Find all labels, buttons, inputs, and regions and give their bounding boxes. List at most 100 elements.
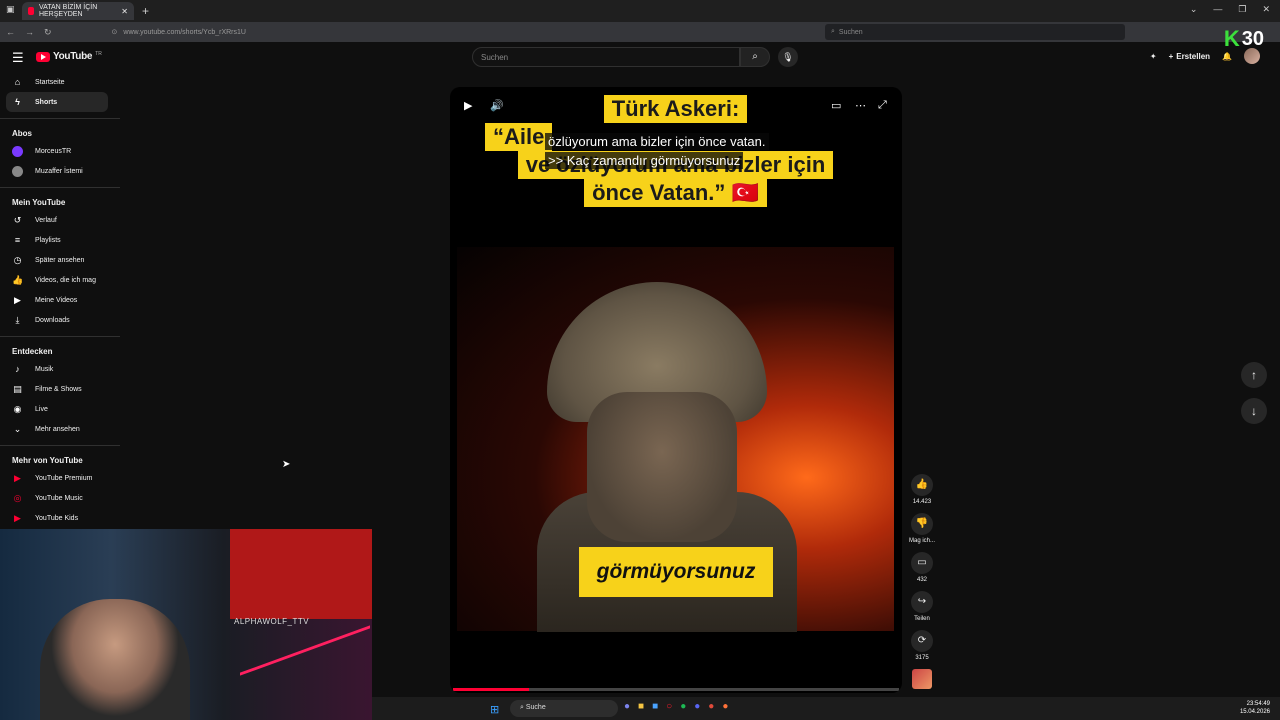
spotify-icon[interactable]: ● bbox=[680, 701, 686, 712]
sidebar-item-you-0[interactable]: ↺ Verlauf bbox=[0, 210, 122, 230]
progress-bar[interactable] bbox=[453, 688, 899, 691]
sidebar-item-more-0[interactable]: ▶ YouTube Premium bbox=[0, 468, 122, 488]
firefox-icon[interactable]: ● bbox=[722, 701, 728, 712]
sidebar-item-you-4[interactable]: ▶ Meine Videos bbox=[0, 290, 122, 310]
neon-light bbox=[240, 625, 370, 720]
sidebar-item-you-1[interactable]: ≡ Playlists bbox=[0, 230, 122, 250]
minimize-button[interactable]: — bbox=[1213, 4, 1222, 15]
back-icon[interactable]: ← bbox=[6, 27, 15, 37]
sidebar-item-you-5[interactable]: ⤓ Downloads bbox=[0, 310, 122, 330]
taskbar-apps: ● ■ ■ ○ ● ● ● ● bbox=[624, 701, 728, 712]
more-youtube-heading[interactable]: Mehr von YouTube bbox=[0, 448, 122, 468]
plus-icon: + bbox=[1168, 51, 1174, 61]
opera-icon[interactable]: ○ bbox=[666, 701, 672, 712]
cast-icon[interactable]: ✦ bbox=[1150, 52, 1157, 61]
new-tab-button[interactable]: + bbox=[142, 4, 149, 18]
reload-icon[interactable]: ↻ bbox=[44, 27, 52, 38]
remix-button[interactable]: ⟳ bbox=[911, 630, 933, 652]
caption-block: özlüyorum ama bizler için önce vatan. >>… bbox=[545, 133, 769, 169]
home-icon: ⌂ bbox=[14, 77, 21, 87]
teams-icon[interactable]: ● bbox=[624, 701, 630, 712]
sidebar-item-home[interactable]: ⌂ Startseite bbox=[0, 72, 122, 92]
sidebar: ⌂ Startseite ϟ Shorts Abos MorceusTR Muzaffer … bbox=[0, 72, 122, 532]
store-icon[interactable]: ■ bbox=[652, 701, 658, 712]
webcam-overlay: ALPHAWOLF_TTV bbox=[0, 529, 372, 720]
clock-date: 15.04.2026 bbox=[1239, 709, 1270, 715]
share-button[interactable]: ↪ bbox=[911, 591, 933, 613]
menu-icon[interactable]: ☰ bbox=[12, 50, 24, 66]
chrome-icon[interactable]: ● bbox=[708, 701, 714, 712]
site-info-icon[interactable]: ⊙ bbox=[112, 28, 118, 36]
microphone-icon[interactable]: 🎙 bbox=[778, 47, 798, 67]
remix-count: 3175 bbox=[915, 655, 929, 661]
sidebar-item-label: Playlists bbox=[35, 236, 61, 244]
tab-list-icon[interactable]: ⌄ bbox=[1190, 4, 1198, 15]
mouse-cursor-icon: ➤ bbox=[282, 459, 291, 470]
sidebar-item-label: Verlauf bbox=[35, 216, 57, 224]
windows-start-icon[interactable]: ⊞ bbox=[490, 703, 499, 716]
explore-heading[interactable]: Entdecken bbox=[0, 339, 122, 359]
subscriptions-heading[interactable]: Abos bbox=[0, 121, 122, 141]
close-window-button[interactable]: ✕ bbox=[1262, 4, 1270, 15]
sidebar-item-explore-0[interactable]: ♪ Musik bbox=[0, 359, 122, 379]
clock-time: 23:54:49 bbox=[1246, 701, 1270, 707]
progress-fill bbox=[453, 688, 529, 691]
more-options-icon[interactable]: ⋯ bbox=[855, 99, 866, 112]
sidebar-item-explore-3[interactable]: ⌄ Mehr ansehen bbox=[0, 419, 122, 439]
captions-icon[interactable]: ▭ bbox=[831, 99, 841, 112]
tab-close-icon[interactable]: ✕ bbox=[121, 7, 128, 16]
comments-button[interactable]: ▭ bbox=[911, 552, 933, 574]
dislike-count: Mag ich... bbox=[908, 538, 935, 544]
flag-background bbox=[230, 529, 372, 619]
sidebar-item-you-2[interactable]: ◷ Später ansehen bbox=[0, 250, 122, 270]
browser-tab[interactable]: VATAN BİZİM İÇİN HERŞEYDEN ✕ bbox=[22, 2, 134, 20]
play-icon[interactable]: ▶ bbox=[464, 99, 472, 112]
create-button[interactable]: + Erstellen bbox=[1169, 52, 1210, 61]
sidebar-item-more-2[interactable]: ▶ YouTube Kids bbox=[0, 508, 122, 528]
youtube-logo[interactable]: YouTube TR bbox=[36, 51, 102, 62]
previous-short-button[interactable]: ↑ bbox=[1241, 362, 1267, 388]
more-2-icon: ▶ bbox=[14, 512, 21, 523]
shorts-player[interactable]: Türk Askeri: “Aile ve özlüyorum ama bizl… bbox=[450, 87, 902, 693]
sound-thumbnail[interactable] bbox=[912, 669, 932, 689]
bell-icon[interactable]: 🔔 bbox=[1222, 52, 1232, 61]
dislike-button[interactable]: 👎 bbox=[911, 513, 933, 535]
search-button[interactable]: ⌕ bbox=[740, 47, 770, 67]
fullscreen-icon[interactable]: ⤢ bbox=[878, 99, 887, 112]
you-0-icon: ↺ bbox=[13, 214, 22, 225]
sidebar-item-explore-1[interactable]: ▤ Filme & Shows bbox=[0, 379, 122, 399]
you-heading[interactable]: Mein YouTube bbox=[0, 190, 122, 210]
sidebar-item-label: Startseite bbox=[35, 78, 65, 86]
sidebar-item-label: Mehr ansehen bbox=[35, 425, 80, 433]
sidebar-item-label: MorceusTR bbox=[35, 147, 72, 155]
sidebar-item-channel-1[interactable]: Muzaffer İstemi bbox=[0, 161, 122, 181]
search-input[interactable]: Suchen bbox=[472, 47, 740, 67]
maximize-button[interactable]: ❐ bbox=[1238, 4, 1246, 15]
next-short-button[interactable]: ↓ bbox=[1241, 398, 1267, 424]
more-1-icon: ◎ bbox=[13, 492, 22, 503]
more-0-icon: ▶ bbox=[14, 472, 21, 483]
share-count: Teilen bbox=[914, 616, 930, 622]
folder-icon[interactable]: ■ bbox=[638, 701, 644, 712]
sidebar-item-more-1[interactable]: ◎ YouTube Music bbox=[0, 488, 122, 508]
sidebar-item-shorts[interactable]: ϟ Shorts bbox=[6, 92, 108, 112]
sidebar-item-label: Muzaffer İstemi bbox=[35, 167, 83, 175]
streamer-figure bbox=[40, 599, 190, 720]
forward-icon[interactable]: → bbox=[25, 27, 34, 37]
volume-icon[interactable]: 🔊 bbox=[490, 99, 504, 112]
sidebar-item-you-3[interactable]: 👍 Videos, die ich mag bbox=[0, 270, 122, 290]
window-menu-icon[interactable]: ▣ bbox=[6, 4, 15, 15]
browser-search-field[interactable]: ⌕ Suchen bbox=[825, 24, 1125, 40]
webcam-sign-text: ALPHAWOLF_TTV bbox=[234, 617, 310, 626]
sidebar-item-channel-0[interactable]: MorceusTR bbox=[0, 141, 122, 161]
sidebar-item-explore-2[interactable]: ◉ Live bbox=[0, 399, 122, 419]
avatar[interactable] bbox=[1244, 48, 1260, 64]
like-count: 14.423 bbox=[912, 499, 932, 505]
you-2-icon: ◷ bbox=[13, 254, 22, 265]
url-field[interactable]: ⊙ www.youtube.com/shorts/Ycb_rXRrs1U bbox=[112, 24, 772, 40]
discord-icon[interactable]: ● bbox=[694, 701, 700, 712]
sidebar-item-label: Meine Videos bbox=[35, 296, 78, 304]
taskbar-search[interactable]: ⌕ Suche bbox=[510, 700, 618, 717]
sidebar-item-label: Filme & Shows bbox=[35, 385, 82, 393]
like-button[interactable]: 👍 bbox=[911, 474, 933, 496]
